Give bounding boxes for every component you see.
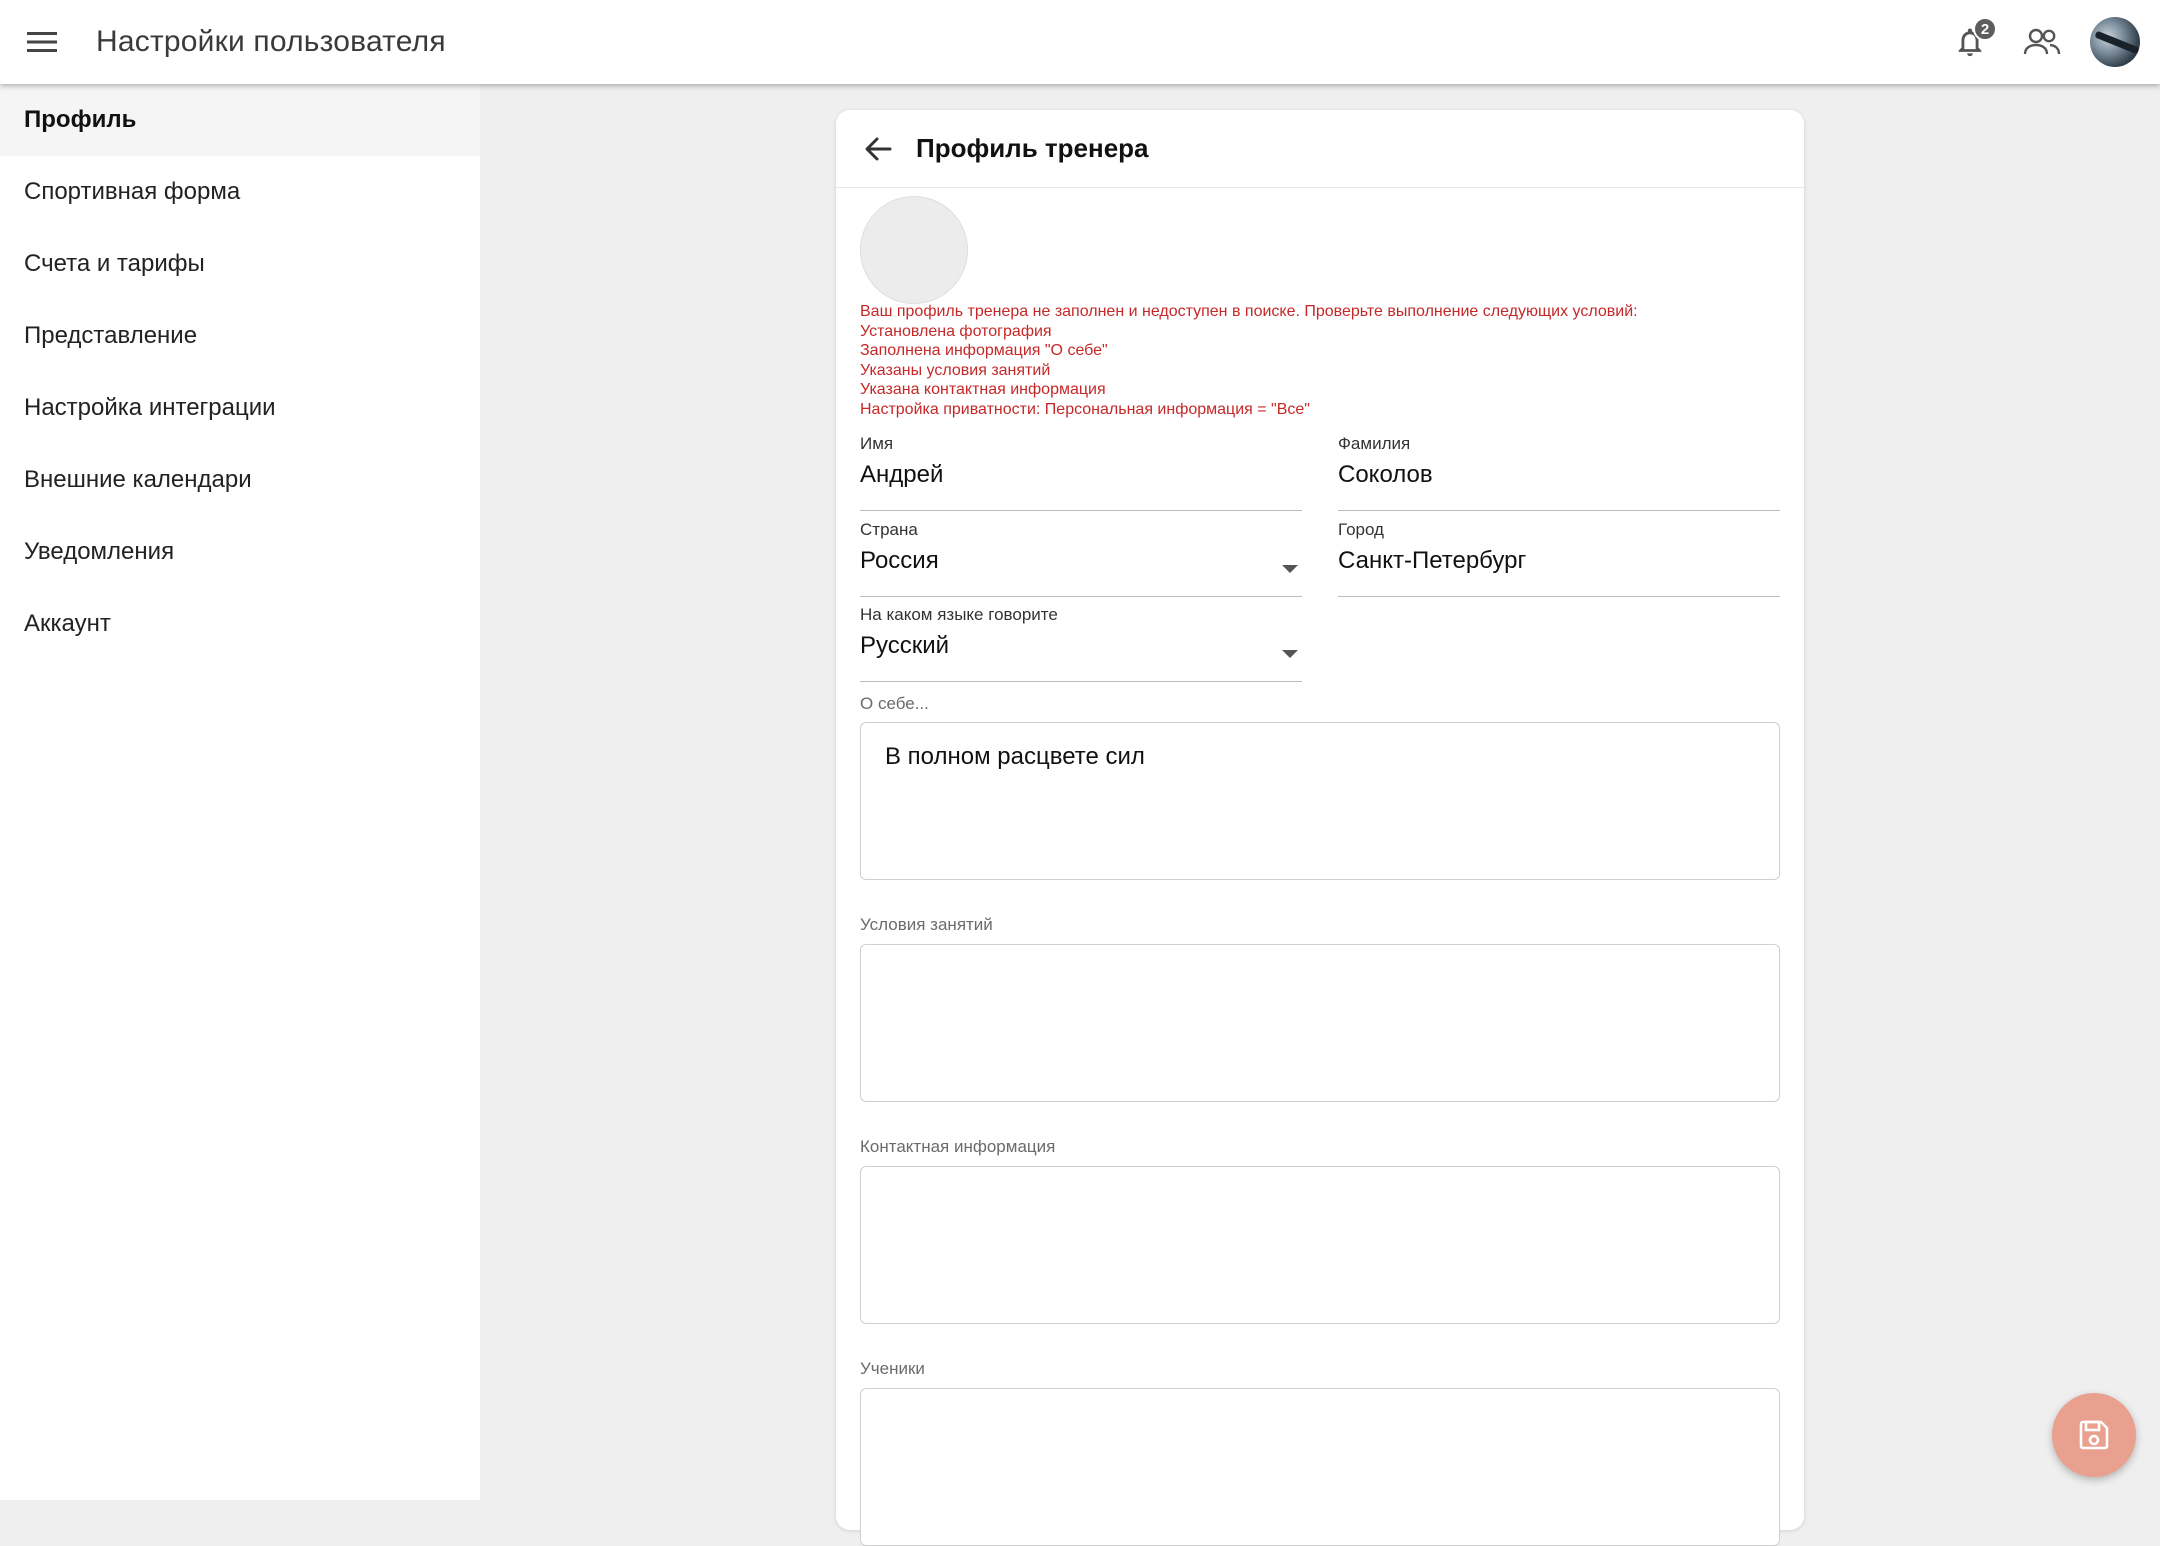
first-name-field: Имя Андрей: [860, 434, 1302, 511]
dropdown-arrow-icon: [1282, 650, 1298, 658]
sidebar-item-sport-form[interactable]: Спортивная форма: [0, 156, 480, 228]
country-label: Страна: [860, 520, 918, 539]
contacts-textarea[interactable]: [860, 1166, 1780, 1324]
sidebar-item-integrations[interactable]: Настройка интеграции: [0, 372, 480, 444]
notification-count-badge: 2: [1973, 17, 1997, 41]
city-field: Город Санкт-Петербург: [1338, 520, 1780, 597]
sidebar-item-billing[interactable]: Счета и тарифы: [0, 228, 480, 300]
country-value: Россия: [860, 547, 939, 574]
first-name-label: Имя: [860, 434, 894, 453]
students-label: Ученики: [860, 1359, 925, 1378]
warning-item: Указана контактная информация: [860, 381, 1106, 399]
contacts-label: Контактная информация: [860, 1137, 1056, 1156]
settings-sidebar: Профиль Спортивная форма Счета и тарифы …: [0, 84, 480, 1500]
about-label: О себе...: [860, 694, 929, 713]
coach-profile-card: Профиль тренера Ваш профиль тренера не з…: [836, 110, 1804, 1546]
first-name-input[interactable]: Андрей: [860, 461, 1302, 511]
last-name-label: Фамилия: [1338, 434, 1411, 453]
people-icon: [2023, 28, 2061, 55]
user-avatar[interactable]: [2090, 17, 2140, 67]
notifications-button[interactable]: 2: [1934, 6, 2006, 78]
card-header: Профиль тренера: [836, 110, 1804, 188]
sidebar-item-view[interactable]: Представление: [0, 300, 480, 372]
country-select[interactable]: Россия: [860, 547, 1302, 597]
card-title: Профиль тренера: [916, 133, 1149, 163]
last-name-input[interactable]: Соколов: [1338, 461, 1780, 511]
arrow-left-icon: [865, 137, 892, 160]
profile-warning: Ваш профиль тренера не заполнен и недост…: [860, 302, 1780, 420]
menu-icon: [27, 32, 57, 52]
save-button[interactable]: [2052, 1393, 2136, 1477]
warning-item: Заполнена информация "О себе": [860, 342, 1108, 360]
country-field: Страна Россия: [860, 520, 1302, 597]
language-value: Русский: [860, 632, 950, 659]
language-label: На каком языке говорите: [860, 605, 1058, 624]
sidebar-item-account[interactable]: Аккаунт: [0, 588, 480, 660]
conditions-label: Условия занятий: [860, 915, 993, 934]
warning-intro: Ваш профиль тренера не заполнен и недост…: [860, 303, 1638, 320]
top-actions: 2: [1934, 0, 2160, 84]
warning-item: Настройка приватности: Персональная инфо…: [860, 400, 1310, 418]
city-input[interactable]: Санкт-Петербург: [1338, 547, 1780, 597]
sidebar-item-external-calendars[interactable]: Внешние календари: [0, 444, 480, 516]
about-textarea[interactable]: В полном расцвете сил: [860, 722, 1780, 880]
language-field: На каком языке говорите Русский: [860, 605, 1302, 682]
users-button[interactable]: [2006, 6, 2078, 78]
city-label: Город: [1338, 520, 1384, 539]
students-textarea[interactable]: [860, 1388, 1780, 1546]
floppy-disk-icon: [2079, 1420, 2109, 1450]
profile-photo-placeholder[interactable]: [860, 196, 968, 304]
menu-button[interactable]: [0, 0, 84, 84]
warning-item: Указаны условия занятий: [860, 361, 1051, 379]
top-app-bar: Настройки пользователя 2: [0, 0, 2160, 84]
dropdown-arrow-icon: [1282, 565, 1298, 573]
last-name-field: Фамилия Соколов: [1338, 434, 1780, 511]
sidebar-item-profile[interactable]: Профиль: [0, 84, 480, 156]
sidebar-item-notifications[interactable]: Уведомления: [0, 516, 480, 588]
warning-item: Установлена фотография: [860, 322, 1052, 340]
back-button[interactable]: [850, 121, 906, 177]
page-title: Настройки пользователя: [96, 25, 446, 58]
language-select[interactable]: Русский: [860, 632, 1302, 682]
conditions-textarea[interactable]: [860, 944, 1780, 1102]
